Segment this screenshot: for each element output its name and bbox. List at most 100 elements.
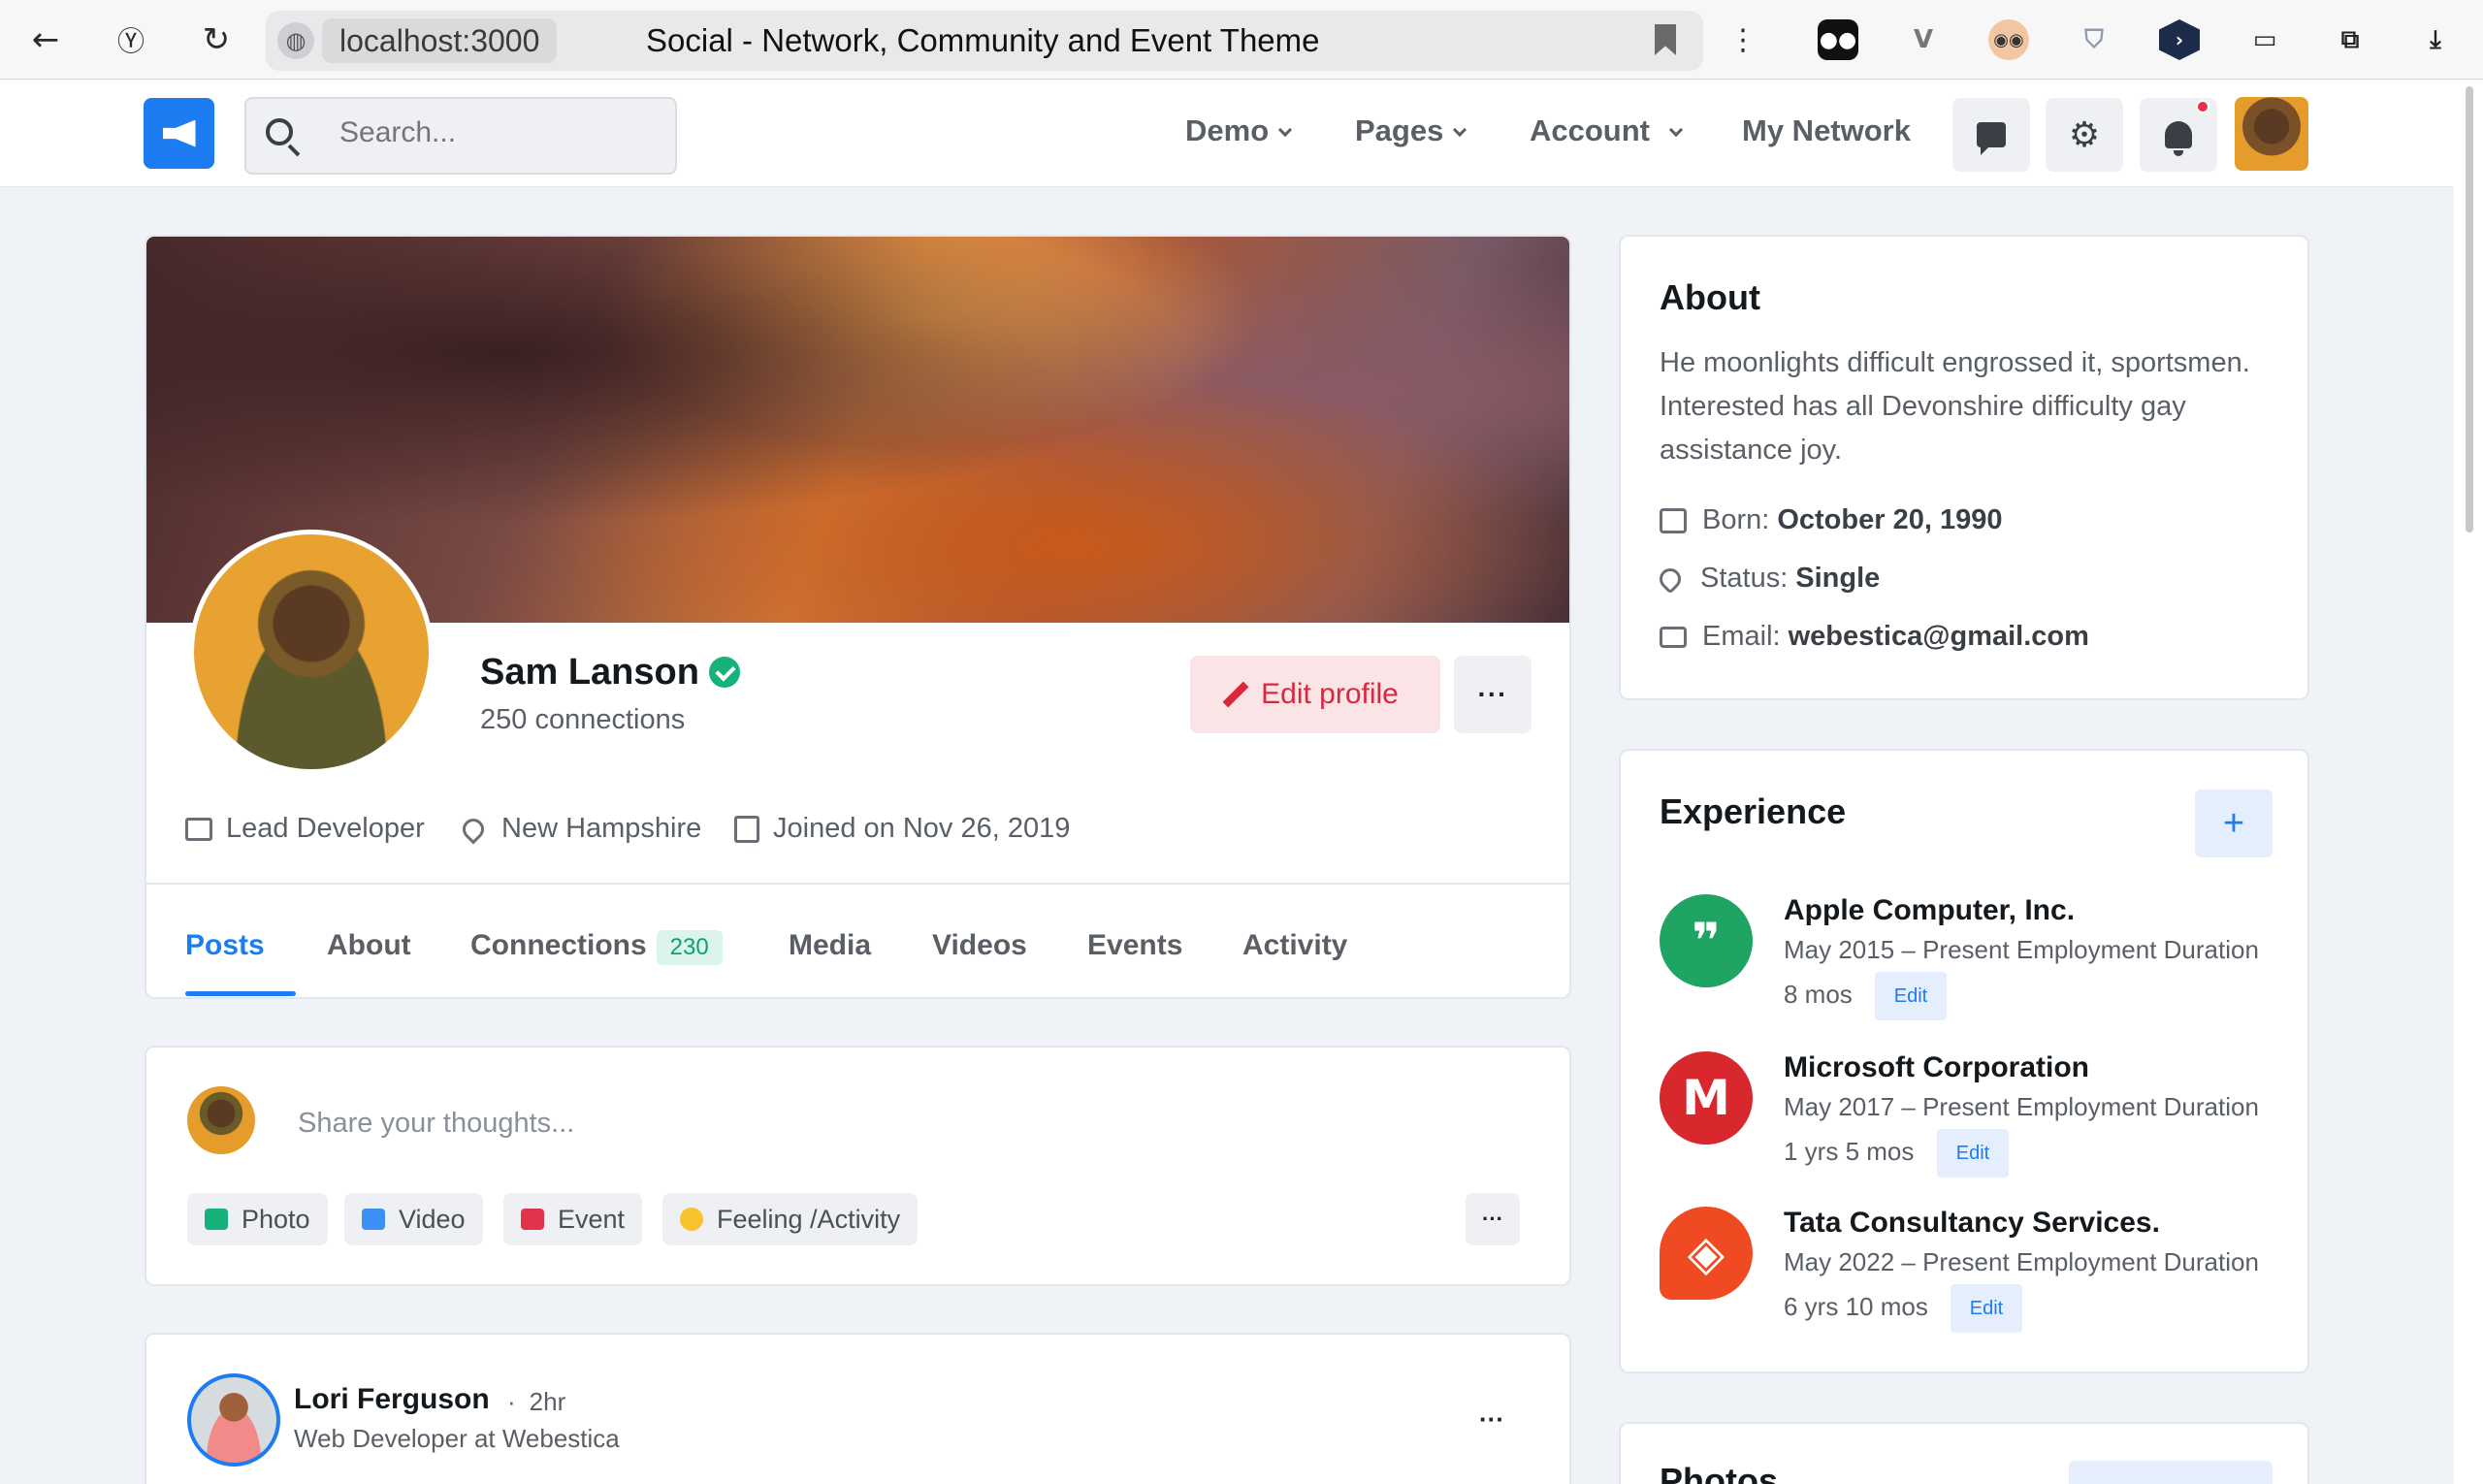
experience-card: Experience + ❞ Apple Computer, Inc. May … bbox=[1619, 749, 2309, 1373]
status-label: Status: bbox=[1700, 563, 1789, 594]
extension-icon[interactable]: ●● bbox=[1818, 19, 1858, 60]
composer-more-button[interactable]: ··· bbox=[1466, 1193, 1520, 1245]
url-host: localhost:3000 bbox=[322, 18, 558, 63]
tab-videos[interactable]: Videos bbox=[932, 929, 1027, 962]
vue-devtools-icon[interactable]: V bbox=[1903, 19, 1944, 60]
feeling-activity-button[interactable]: Feeling /Activity bbox=[662, 1193, 919, 1245]
profile-joined: Joined on Nov 26, 2019 bbox=[734, 813, 1070, 845]
tab-connections-label: Connections bbox=[470, 929, 647, 961]
calendar-icon bbox=[734, 815, 759, 843]
video-label: Video bbox=[399, 1204, 466, 1234]
email-value: webestica@gmail.com bbox=[1788, 621, 2089, 652]
event-icon bbox=[521, 1209, 544, 1230]
experience-duration: 6 yrs 10 mos bbox=[1784, 1292, 1928, 1321]
post-author-title: Web Developer at Webestica bbox=[294, 1424, 620, 1453]
feeling-label: Feeling /Activity bbox=[717, 1204, 901, 1234]
site-logo[interactable] bbox=[144, 98, 214, 169]
event-button[interactable]: Event bbox=[503, 1193, 643, 1245]
share-input[interactable]: Share your thoughts... bbox=[298, 1108, 574, 1140]
reload-icon[interactable]: ↻ bbox=[194, 17, 239, 62]
tab-connections[interactable]: Connections 230 bbox=[470, 929, 723, 965]
nav-pages[interactable]: Pages bbox=[1355, 113, 1467, 148]
battery-icon: ▭ bbox=[2252, 25, 2277, 54]
scroll-thumb[interactable] bbox=[2466, 86, 2473, 532]
verified-icon bbox=[708, 657, 740, 688]
shield-extension-icon[interactable]: ⛉ bbox=[2074, 19, 2114, 60]
heart-icon bbox=[1655, 563, 1686, 595]
profile-avatar bbox=[189, 530, 434, 774]
email-label: Email: bbox=[1702, 621, 1781, 652]
user-avatar[interactable] bbox=[2235, 97, 2308, 171]
experience-company[interactable]: Tata Consultancy Services. bbox=[1784, 1207, 2160, 1240]
browser-toolbar: ← Ⓨ ↻ ◍ localhost:3000 Social - Network,… bbox=[0, 0, 2483, 80]
yandex-icon[interactable]: Ⓨ bbox=[109, 17, 153, 62]
chevron-down-icon bbox=[1453, 122, 1467, 138]
chat-icon bbox=[1977, 122, 2006, 155]
site-info-icon[interactable]: ◍ bbox=[277, 22, 314, 59]
event-label: Event bbox=[558, 1204, 626, 1234]
video-button[interactable]: Video bbox=[344, 1193, 483, 1245]
page-scrollbar[interactable] bbox=[2454, 81, 2483, 1484]
experience-edit-button[interactable]: Edit bbox=[1951, 1284, 2022, 1333]
back-icon[interactable]: ← bbox=[23, 17, 68, 62]
tab-media[interactable]: Media bbox=[789, 929, 871, 962]
menu-dots-icon[interactable]: ⋮ bbox=[1721, 17, 1765, 62]
profile-location-text: New Hampshire bbox=[501, 813, 702, 844]
post-author-avatar[interactable] bbox=[187, 1373, 280, 1467]
briefcase-icon bbox=[185, 817, 212, 841]
chevron-down-icon bbox=[1278, 122, 1293, 138]
bell-icon bbox=[2165, 121, 2192, 156]
profile-location: New Hampshire bbox=[458, 813, 702, 845]
profile-divider bbox=[146, 883, 1569, 885]
profile-more-button[interactable]: ··· bbox=[1454, 656, 1532, 733]
see-all-photos-button[interactable] bbox=[2069, 1461, 2273, 1484]
experience-company[interactable]: Apple Computer, Inc. bbox=[1784, 894, 2075, 927]
extension-icon[interactable]: ◉◉ bbox=[1988, 19, 2029, 60]
nav-demo[interactable]: Demo bbox=[1185, 113, 1293, 148]
experience-duration: 1 yrs 5 mos bbox=[1784, 1137, 1915, 1166]
address-bar[interactable]: ◍ localhost:3000 Social - Network, Commu… bbox=[266, 11, 1703, 71]
edit-profile-button[interactable]: Edit profile bbox=[1190, 656, 1440, 733]
add-experience-button[interactable]: + bbox=[2195, 790, 2273, 857]
notifications-button[interactable] bbox=[2140, 98, 2217, 172]
post-author-name[interactable]: Lori Ferguson bbox=[294, 1383, 490, 1416]
connections-badge: 230 bbox=[656, 930, 723, 965]
nav-account[interactable]: Account bbox=[1530, 113, 1684, 148]
tab-activity[interactable]: Activity bbox=[1242, 929, 1347, 962]
profile-job-text: Lead Developer bbox=[226, 813, 425, 844]
experience-edit-button[interactable]: Edit bbox=[1937, 1129, 2009, 1178]
location-pin-icon bbox=[458, 813, 489, 845]
envelope-icon bbox=[1660, 626, 1687, 648]
search-box bbox=[244, 97, 677, 175]
nav-my-network[interactable]: My Network bbox=[1742, 113, 1911, 148]
search-input[interactable] bbox=[339, 116, 660, 149]
experience-company[interactable]: Microsoft Corporation bbox=[1784, 1051, 2089, 1084]
smile-icon bbox=[680, 1208, 703, 1231]
tab-posts[interactable]: Posts bbox=[185, 929, 265, 962]
photos-card: Photos bbox=[1619, 1422, 2309, 1484]
hangouts-logo-icon: ❞ bbox=[1660, 894, 1753, 987]
composer-avatar bbox=[187, 1086, 255, 1154]
tab-about[interactable]: About bbox=[327, 929, 411, 962]
experience-dates: May 2017 – Present Employment Duration bbox=[1784, 1092, 2259, 1121]
experience-edit-button[interactable]: Edit bbox=[1875, 972, 1947, 1020]
bookmark-icon[interactable] bbox=[1655, 24, 1676, 55]
composer-card: Share your thoughts... Photo Video Event… bbox=[145, 1046, 1571, 1286]
profile-name: Sam Lanson bbox=[480, 652, 740, 694]
messages-button[interactable] bbox=[1952, 98, 2030, 172]
post-more-button[interactable]: ··· bbox=[1479, 1404, 1504, 1435]
nav-demo-label: Demo bbox=[1185, 113, 1270, 147]
tab-events[interactable]: Events bbox=[1087, 929, 1182, 962]
profile-name-text: Sam Lanson bbox=[480, 652, 699, 693]
search-icon bbox=[264, 116, 303, 157]
extension-icon[interactable]: › bbox=[2159, 19, 2200, 60]
about-email: Email: webestica@gmail.com bbox=[1660, 621, 2089, 653]
calendar-icon bbox=[1660, 507, 1687, 533]
settings-button[interactable]: ⚙ bbox=[2046, 98, 2123, 172]
experience-dates: May 2015 – Present Employment Duration bbox=[1784, 935, 2259, 964]
photo-icon bbox=[205, 1209, 228, 1230]
photo-button[interactable]: Photo bbox=[187, 1193, 328, 1245]
download-icon[interactable]: ⤓ bbox=[2415, 19, 2456, 60]
about-description: He moonlights difficult engrossed it, sp… bbox=[1660, 347, 2250, 466]
tabs-icon[interactable]: ⧉ bbox=[2330, 19, 2370, 60]
